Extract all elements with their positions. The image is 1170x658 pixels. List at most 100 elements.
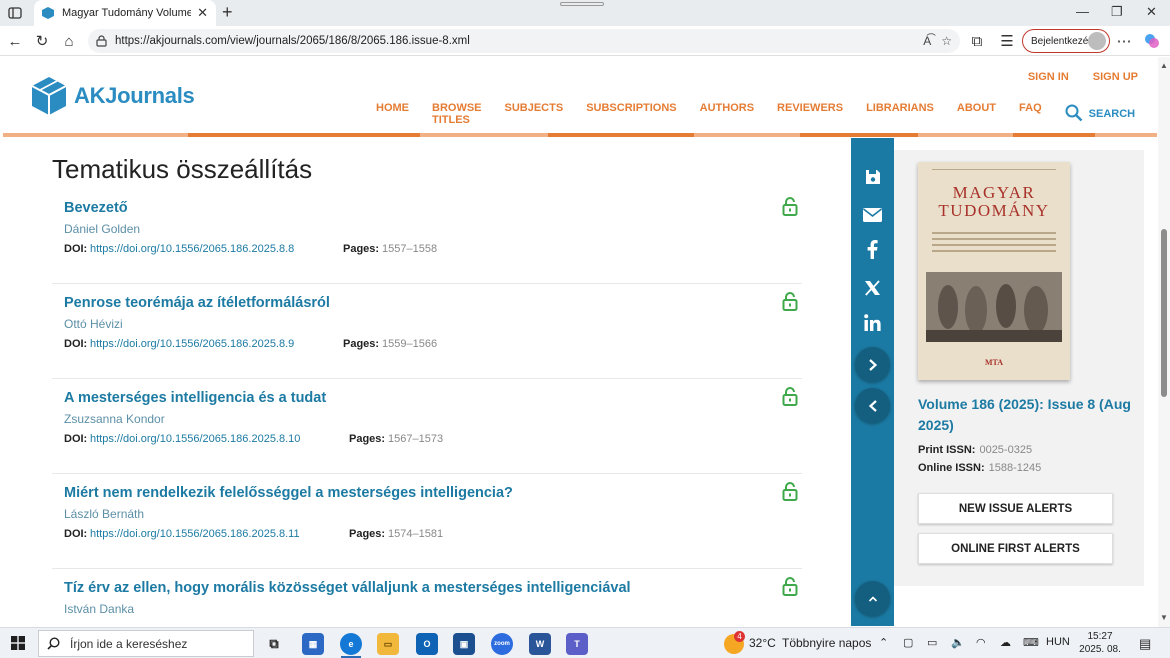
doi-link[interactable]: https://doi.org/10.1556/2065.186.2025.8.…: [90, 528, 300, 540]
taskbar-clock[interactable]: 15:27 2025. 08. 28.: [1073, 630, 1127, 658]
url-text[interactable]: https://akjournals.com/view/journals/206…: [115, 35, 913, 47]
photos-app-icon[interactable]: ▣: [453, 633, 475, 655]
x-twitter-icon[interactable]: [862, 277, 883, 298]
chevron-up-icon: [868, 595, 877, 602]
auth-links: SIGN IN SIGN UP: [1028, 71, 1138, 83]
prev-arrow-button[interactable]: [855, 388, 890, 423]
copilot-icon[interactable]: [1143, 32, 1161, 50]
site-info-icon[interactable]: [96, 35, 107, 47]
nav-subscriptions[interactable]: SUBSCRIPTIONS: [586, 102, 676, 126]
save-icon[interactable]: [862, 166, 883, 187]
online-first-alerts-button[interactable]: ONLINE FIRST ALERTS: [918, 533, 1113, 564]
scroll-down-icon[interactable]: ▼: [1160, 613, 1168, 622]
nav-subjects[interactable]: SUBJECTS: [505, 102, 564, 126]
journal-cover-image[interactable]: MAGYAR TUDOMÁNY MTA: [918, 162, 1070, 380]
nav-librarians[interactable]: LIBRARIANS: [866, 102, 934, 126]
nav-search[interactable]: SEARCH: [1065, 102, 1158, 126]
word-icon[interactable]: W: [529, 633, 551, 655]
browser-toolbar: ← ↻ ⌂ https://akjournals.com/view/journa…: [0, 26, 1170, 56]
scroll-up-icon[interactable]: ▲: [1160, 61, 1168, 70]
maximize-icon[interactable]: ❐: [1111, 4, 1123, 20]
windows-start-icon[interactable]: [11, 636, 25, 650]
new-tab-icon[interactable]: +: [222, 2, 233, 23]
more-menu-icon[interactable]: ⋯: [1115, 32, 1133, 50]
weather-description[interactable]: Többnyire napos: [782, 636, 871, 650]
nav-faq[interactable]: FAQ: [1019, 102, 1042, 126]
taskbar-search-input[interactable]: Írjon ide a kereséshez: [38, 630, 254, 657]
zoom-icon[interactable]: zoom: [491, 633, 513, 655]
task-view-icon[interactable]: ⧉: [263, 633, 285, 655]
article-item: Bevezető Dániel Golden DOI: https://doi.…: [52, 189, 802, 284]
article-title-link[interactable]: Tíz érv az ellen, hogy morális közössége…: [64, 580, 631, 596]
article-title-link[interactable]: A mesterséges intelligencia és a tudat: [64, 390, 326, 406]
article-author-link[interactable]: Zsuzsanna Kondor: [64, 412, 165, 426]
doi-link[interactable]: https://doi.org/10.1556/2065.186.2025.8.…: [90, 433, 300, 445]
sidebar-toggle-icon[interactable]: [6, 4, 24, 22]
favorite-star-icon[interactable]: ☆: [941, 34, 952, 48]
article-title-link[interactable]: Miért nem rendelkezik felelősséggel a me…: [64, 485, 513, 501]
doi-label: DOI:: [64, 433, 88, 445]
back-icon[interactable]: ←: [6, 32, 24, 50]
keyboard-layout-icon[interactable]: ⌨: [1023, 636, 1039, 649]
open-access-lock-icon: [782, 577, 798, 596]
article-author-link[interactable]: Dániel Golden: [64, 222, 140, 236]
edge-browser-icon[interactable]: e: [340, 633, 362, 655]
facebook-icon[interactable]: [862, 239, 883, 260]
doi-link[interactable]: https://doi.org/10.1556/2065.186.2025.8.…: [90, 338, 294, 350]
article-title-link[interactable]: Penrose teorémája az ítéletformálásról: [64, 295, 330, 311]
browser-tab-active[interactable]: Magyar Tudomány Volume 186 Is ✕: [34, 0, 216, 26]
next-arrow-button[interactable]: [855, 347, 890, 382]
page-scrollbar[interactable]: ▲ ▼: [1158, 57, 1170, 627]
wifi-icon[interactable]: ◠: [976, 636, 986, 649]
print-issn: Print ISSN: 0025-0325: [918, 444, 1033, 456]
akjournals-logo[interactable]: AKJournals: [30, 75, 195, 117]
scroll-thumb[interactable]: [1161, 229, 1167, 397]
window-drag-handle[interactable]: [560, 2, 604, 6]
nav-browse-titles[interactable]: BROWSE TITLES: [432, 102, 482, 126]
article-author-link[interactable]: Ottó Hévizi: [64, 317, 123, 331]
profile-login-button[interactable]: Bejelentkezés: [1022, 29, 1110, 53]
scroll-top-button[interactable]: [855, 581, 890, 616]
teams-icon[interactable]: T: [566, 633, 588, 655]
tab-close-icon[interactable]: ✕: [197, 5, 208, 21]
article-title-link[interactable]: Bevezető: [64, 200, 128, 216]
input-language[interactable]: HUN: [1046, 636, 1070, 648]
minimize-icon[interactable]: —: [1076, 4, 1089, 19]
tray-meet-icon[interactable]: ▢: [903, 636, 913, 649]
file-explorer-icon[interactable]: ▭: [377, 633, 399, 655]
tray-expand-icon[interactable]: ⌃: [879, 636, 888, 649]
favorites-icon[interactable]: ☰: [998, 32, 1016, 50]
doi-link[interactable]: https://doi.org/10.1556/2065.186.2025.8.…: [90, 243, 294, 255]
sign-up-link[interactable]: SIGN UP: [1093, 71, 1138, 83]
read-aloud-icon[interactable]: A͡: [923, 34, 931, 48]
weather-temperature[interactable]: 32°C: [749, 636, 776, 650]
notification-center-icon[interactable]: ▤: [1139, 636, 1151, 652]
article-author-link[interactable]: István Danka: [64, 602, 134, 616]
email-icon[interactable]: [862, 204, 883, 225]
pages-label: Pages:: [343, 338, 380, 350]
linkedin-icon[interactable]: [862, 312, 883, 333]
outlook-icon[interactable]: O: [416, 633, 438, 655]
nav-about[interactable]: ABOUT: [957, 102, 996, 126]
article-item: Tíz érv az ellen, hogy morális közössége…: [52, 569, 802, 627]
home-icon[interactable]: ⌂: [60, 32, 78, 50]
sign-in-link[interactable]: SIGN IN: [1028, 71, 1069, 83]
nav-home[interactable]: HOME: [376, 102, 409, 126]
article-author-link[interactable]: László Bernáth: [64, 507, 144, 521]
close-window-icon[interactable]: ✕: [1146, 4, 1157, 20]
onedrive-icon[interactable]: ☁: [1000, 636, 1011, 649]
volume-issue-link[interactable]: Volume 186 (2025): Issue 8 (Aug 2025): [918, 394, 1138, 436]
nav-reviewers[interactable]: REVIEWERS: [777, 102, 843, 126]
new-issue-alerts-button[interactable]: NEW ISSUE ALERTS: [918, 493, 1113, 524]
pages-label: Pages:: [343, 243, 380, 255]
search-icon: [47, 637, 60, 650]
weather-sun-icon[interactable]: 4: [724, 631, 745, 654]
reload-icon[interactable]: ↻: [33, 32, 51, 50]
nav-authors[interactable]: AUTHORS: [700, 102, 754, 126]
extensions-icon[interactable]: ⧉: [968, 32, 986, 50]
address-bar[interactable]: https://akjournals.com/view/journals/206…: [88, 29, 960, 53]
volume-mute-icon[interactable]: 🔈: [951, 636, 965, 649]
battery-icon[interactable]: ▭: [927, 636, 937, 649]
share-rail: [851, 138, 894, 626]
microsoft-store-icon[interactable]: ▦: [302, 633, 324, 655]
